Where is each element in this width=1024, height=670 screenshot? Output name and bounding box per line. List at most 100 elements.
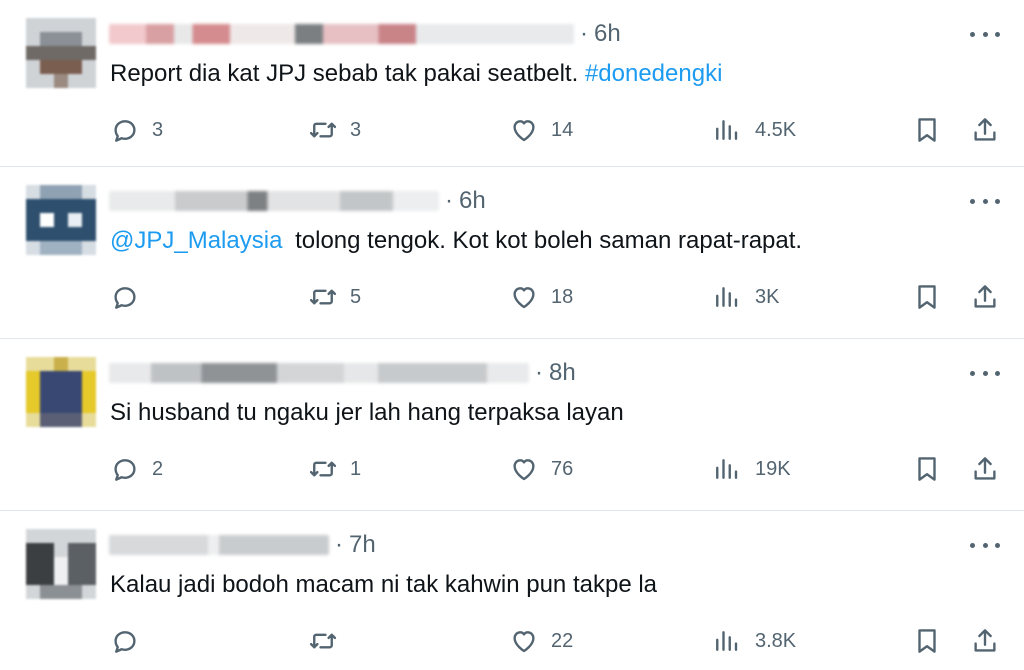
- like-icon: [513, 120, 535, 142]
- bookmark-button[interactable]: [912, 453, 942, 485]
- post-time[interactable]: 6h: [594, 20, 621, 48]
- views-button[interactable]: 19K: [711, 453, 791, 485]
- share-icon: [974, 285, 996, 308]
- share-button[interactable]: [970, 114, 1000, 146]
- tweet[interactable]: · 6h @JPJ_Malaysia tolong tengok. Kot ko…: [0, 167, 1024, 339]
- views-icon: [716, 120, 738, 140]
- avatar[interactable]: [26, 18, 96, 88]
- more-icon[interactable]: [970, 365, 1000, 381]
- share-icon: [974, 118, 996, 141]
- reply-icon: [114, 631, 136, 653]
- like-button[interactable]: 18: [509, 281, 573, 313]
- tweet-text: Si husband tu ngaku jer lah hang terpaks…: [110, 399, 624, 426]
- sep-dot: ·: [445, 187, 453, 214]
- action-bar: 5 18 3K: [0, 281, 1024, 313]
- blurred-username: [109, 191, 439, 211]
- more-icon[interactable]: [970, 26, 1000, 42]
- reply-icon: [114, 459, 136, 481]
- blurred-username: [109, 535, 329, 555]
- blurred-username: [109, 24, 574, 44]
- tweet[interactable]: · 8h Si husband tu ngaku jer lah hang te…: [0, 339, 1024, 511]
- like-count: 18: [551, 285, 574, 308]
- tweet-text: Report dia kat JPJ sebab tak pakai seatb…: [110, 60, 723, 87]
- bookmark-button[interactable]: [912, 281, 942, 313]
- views-count: 3K: [755, 285, 780, 308]
- like-icon: [513, 631, 535, 653]
- sep-dot: ·: [535, 359, 543, 386]
- hashtag-link[interactable]: #donedengki: [585, 60, 722, 87]
- views-icon: [716, 287, 738, 307]
- reply-button[interactable]: [110, 281, 152, 313]
- reply-count: 2: [152, 457, 164, 480]
- bookmark-button[interactable]: [912, 625, 942, 657]
- reply-icon: [114, 287, 136, 309]
- reply-count: 3: [152, 118, 164, 141]
- share-button[interactable]: [970, 453, 1000, 485]
- repost-icon: [309, 289, 337, 305]
- more-icon[interactable]: [970, 537, 1000, 553]
- like-count: 22: [551, 629, 574, 652]
- blurred-username: [109, 363, 529, 383]
- post-time[interactable]: 7h: [349, 531, 376, 559]
- like-button[interactable]: 22: [509, 625, 573, 657]
- views-button[interactable]: 3.8K: [711, 625, 796, 657]
- repost-count: 5: [350, 285, 362, 308]
- tweet-text: Kalau jadi bodoh macam ni tak kahwin pun…: [110, 571, 658, 598]
- action-bar: 2 1 76 19K: [0, 453, 1024, 485]
- like-button[interactable]: 76: [509, 453, 573, 485]
- repost-button[interactable]: 3: [308, 114, 361, 146]
- repost-icon: [309, 633, 337, 649]
- views-icon: [716, 631, 738, 651]
- views-count: 19K: [755, 457, 791, 480]
- tweet[interactable]: · 7h Kalau jadi bodoh macam ni tak kahwi…: [0, 511, 1024, 670]
- avatar[interactable]: [26, 529, 96, 599]
- repost-button[interactable]: 1: [308, 453, 361, 485]
- like-count: 14: [551, 118, 574, 141]
- bookmark-icon: [918, 457, 936, 481]
- tweet[interactable]: · 6h Report dia kat JPJ sebab tak pakai …: [0, 0, 1024, 167]
- views-icon: [716, 459, 738, 479]
- reply-icon: [114, 120, 136, 142]
- like-button[interactable]: 14: [509, 114, 573, 146]
- repost-button[interactable]: [308, 625, 350, 657]
- mention-link[interactable]: @JPJ_Malaysia: [110, 227, 282, 254]
- avatar[interactable]: [26, 357, 96, 427]
- more-icon[interactable]: [970, 193, 1000, 209]
- share-button[interactable]: [970, 281, 1000, 313]
- sep-dot: ·: [580, 20, 588, 47]
- views-count: 4.5K: [755, 118, 797, 141]
- author-row: · 6h: [109, 185, 486, 217]
- views-count: 3.8K: [755, 629, 797, 652]
- action-bar: 22 3.8K: [0, 625, 1024, 657]
- avatar[interactable]: [26, 185, 96, 255]
- reply-feed: · 6h Report dia kat JPJ sebab tak pakai …: [0, 0, 1024, 670]
- action-bar: 3 3 14 4.5K: [0, 114, 1024, 146]
- bookmark-icon: [918, 285, 936, 309]
- sep-dot: ·: [335, 531, 343, 558]
- author-row: · 8h: [109, 357, 576, 389]
- author-row: · 7h: [109, 529, 376, 561]
- repost-count: 1: [350, 457, 362, 480]
- repost-count: 3: [350, 118, 362, 141]
- reply-button[interactable]: 3: [110, 114, 163, 146]
- share-button[interactable]: [970, 625, 1000, 657]
- like-icon: [513, 459, 535, 481]
- views-button[interactable]: 3K: [711, 281, 779, 313]
- tweet-text: @JPJ_Malaysia tolong tengok. Kot kot bol…: [110, 227, 803, 254]
- like-count: 76: [551, 457, 574, 480]
- bookmark-icon: [918, 629, 936, 653]
- post-time[interactable]: 6h: [459, 187, 486, 215]
- views-button[interactable]: 4.5K: [711, 114, 796, 146]
- like-icon: [513, 287, 535, 309]
- repost-button[interactable]: 5: [308, 281, 361, 313]
- share-icon: [974, 457, 996, 480]
- reply-button[interactable]: [110, 625, 152, 657]
- reply-button[interactable]: 2: [110, 453, 163, 485]
- share-icon: [974, 629, 996, 652]
- bookmark-button[interactable]: [912, 114, 942, 146]
- author-row: · 6h: [109, 18, 621, 50]
- bookmark-icon: [918, 118, 936, 142]
- post-time[interactable]: 8h: [549, 359, 576, 387]
- repost-icon: [309, 461, 337, 477]
- repost-icon: [309, 122, 337, 138]
